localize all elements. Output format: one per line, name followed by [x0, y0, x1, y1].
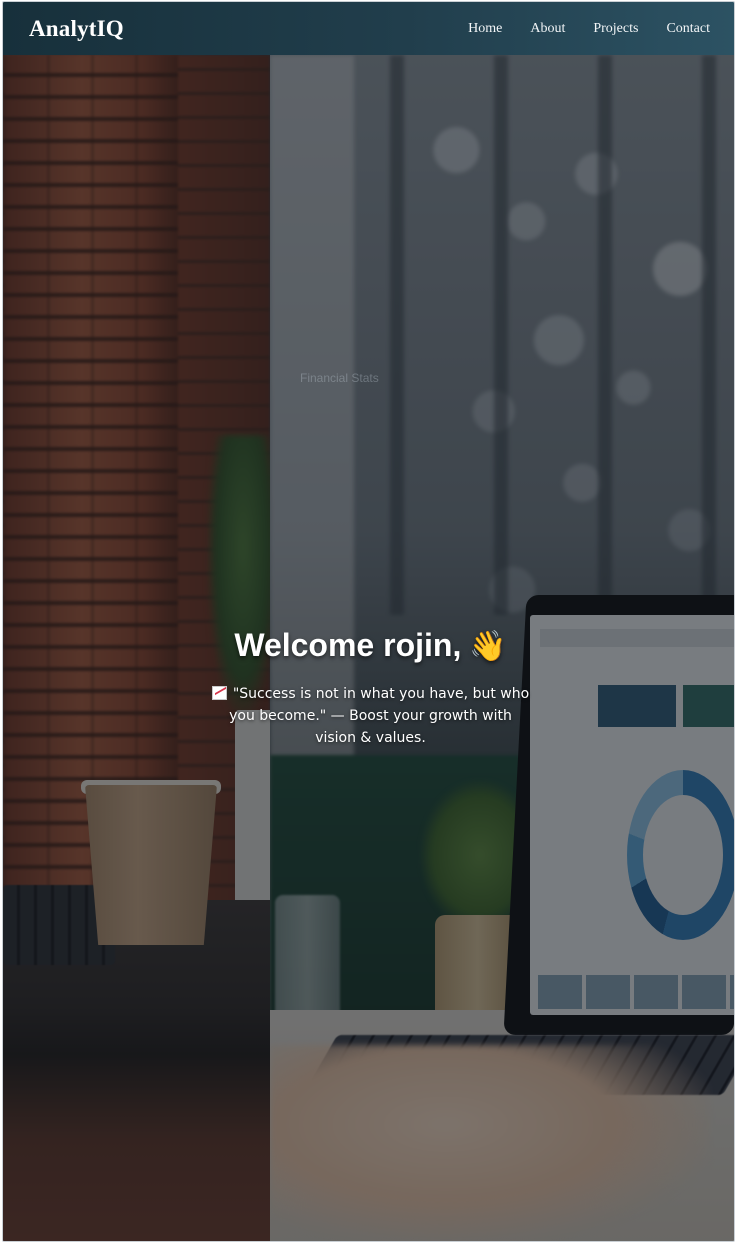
motivational-quote: "Success is not in what you have, but wh…	[203, 683, 538, 749]
chart-increasing-icon	[211, 686, 227, 700]
nav-link-projects[interactable]: Projects	[593, 21, 638, 37]
hero-content: Welcome rojin, 👋 "Success is not in what …	[203, 625, 538, 749]
hero-section: Financial Stats Welcome rojin, 👋 "Success…	[3, 55, 734, 1241]
waving-hand-icon: 👋	[469, 630, 507, 663]
nav-link-contact[interactable]: Contact	[666, 21, 710, 37]
nav-menu: Home About Projects Contact	[440, 21, 710, 37]
nav-link-about[interactable]: About	[530, 21, 565, 37]
brand-logo[interactable]: AnalytIQ	[29, 16, 124, 42]
nav-link-home[interactable]: Home	[468, 21, 502, 37]
background-faint-text: Financial Stats	[300, 371, 379, 385]
navbar: AnalytIQ Home About Projects Contact	[3, 2, 734, 55]
quote-text: "Success is not in what you have, but wh…	[229, 686, 530, 746]
page-frame: AnalytIQ Home About Projects Contact Fin…	[2, 1, 735, 1242]
welcome-text: Welcome rojin,	[234, 627, 462, 663]
welcome-heading: Welcome rojin, 👋	[203, 625, 538, 667]
